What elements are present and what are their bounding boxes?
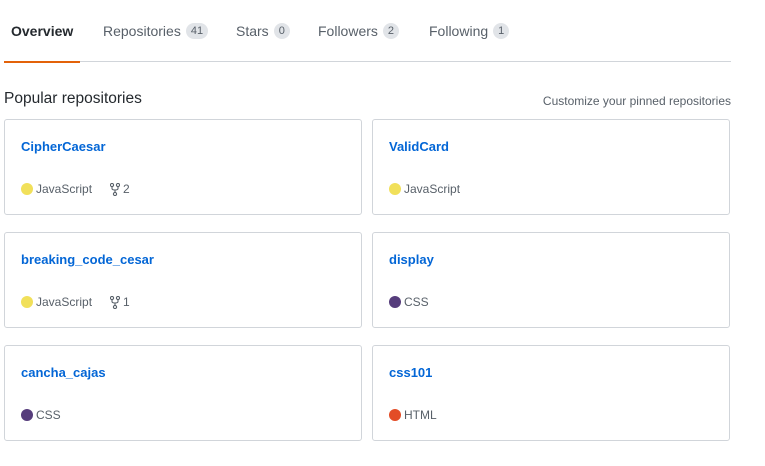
fork-count: 1	[123, 295, 130, 309]
section-title: Popular repositories	[4, 90, 142, 107]
tab-label: Repositories	[103, 23, 181, 39]
repo-meta: HTML	[389, 408, 437, 422]
repo-card: CipherCaesar JavaScript 2	[4, 119, 362, 215]
tab-label: Overview	[11, 22, 74, 39]
repo-meta: CSS	[21, 408, 61, 422]
repo-link[interactable]: breaking_code_cesar	[21, 252, 154, 267]
language-label: JavaScript	[36, 295, 93, 309]
repo-card: ValidCard JavaScript	[372, 119, 730, 215]
tab-stars[interactable]: Stars 0	[236, 0, 290, 62]
counter-badge: 0	[273, 23, 290, 39]
counter-badge: 2	[382, 23, 400, 39]
language-dot-icon	[389, 296, 401, 308]
repo-meta: JavaScript 1	[21, 295, 130, 309]
repo-link[interactable]: ValidCard	[389, 139, 449, 154]
repo-link[interactable]: cancha_cajas	[21, 365, 106, 380]
tab-label: Following	[429, 23, 489, 39]
language-dot-icon	[389, 183, 401, 195]
language-label: CSS	[404, 295, 429, 309]
repo-card: display CSS	[372, 232, 730, 328]
forks-link[interactable]: 2	[110, 182, 130, 196]
language-dot-icon	[21, 409, 33, 421]
fork-icon	[110, 182, 121, 196]
tab-repositories[interactable]: Repositories 41	[103, 0, 209, 62]
repo-meta: JavaScript	[389, 182, 460, 196]
language-dot-icon	[21, 183, 33, 195]
counter-badge: 1	[493, 23, 510, 39]
repo-card: breaking_code_cesar JavaScript 1	[4, 232, 362, 328]
tab-followers[interactable]: Followers 2	[318, 0, 400, 62]
language-label: CSS	[36, 408, 61, 422]
language-label: JavaScript	[36, 182, 93, 196]
customize-pinned-link[interactable]: Customize your pinned repositories	[543, 94, 731, 108]
tab-label: Followers	[318, 23, 378, 39]
repo-meta: JavaScript 2	[21, 182, 130, 196]
repo-card: css101 HTML	[372, 345, 730, 441]
tab-label: Stars	[236, 23, 269, 39]
repo-link[interactable]: css101	[389, 365, 432, 380]
language-dot-icon	[389, 409, 401, 421]
tab-overview[interactable]: Overview	[4, 0, 81, 63]
repo-link[interactable]: display	[389, 252, 434, 267]
forks-link[interactable]: 1	[110, 295, 130, 309]
language-dot-icon	[21, 296, 33, 308]
repo-card: cancha_cajas CSS	[4, 345, 362, 441]
language-label: HTML	[404, 408, 437, 422]
repo-meta: CSS	[389, 295, 429, 309]
language-label: JavaScript	[404, 182, 461, 196]
repo-link[interactable]: CipherCaesar	[21, 139, 106, 154]
profile-nav-tabs: Overview Repositories 41 Stars 0 Followe…	[4, 0, 731, 63]
tab-following[interactable]: Following 1	[429, 0, 510, 62]
counter-badge: 41	[185, 23, 209, 39]
fork-icon	[110, 295, 121, 309]
fork-count: 2	[123, 182, 130, 196]
